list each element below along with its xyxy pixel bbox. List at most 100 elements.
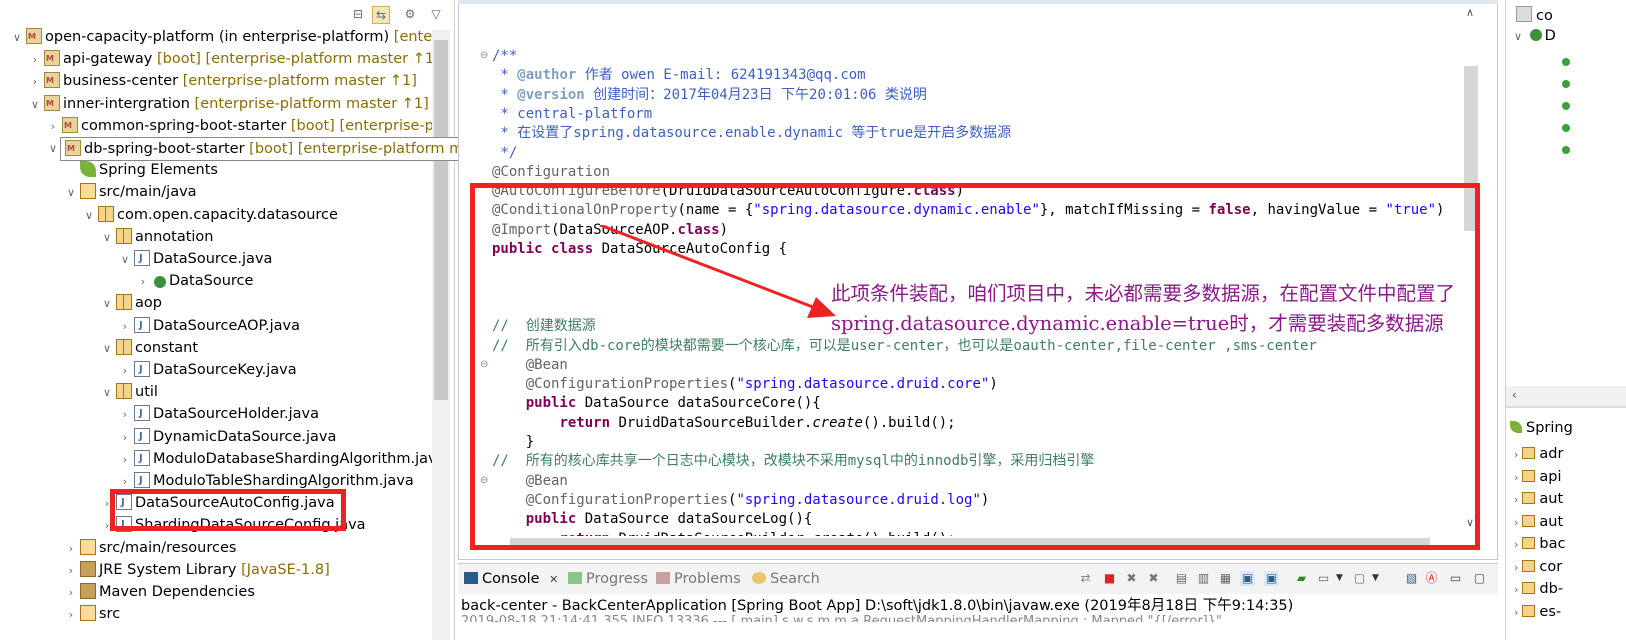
tree-item-maven-deps[interactable]: › Maven Dependencies xyxy=(64,581,255,603)
chevron-right-icon[interactable]: › xyxy=(1514,516,1518,529)
chevron-right-icon[interactable]: › xyxy=(118,360,132,382)
tree-item-pkg-datasource[interactable]: ∨ com.open.capacity.datasource xyxy=(82,204,338,226)
chevron-right-icon[interactable]: › xyxy=(64,538,78,560)
code-line[interactable]: * 在设置了spring.datasource.enable.dynamic 等… xyxy=(492,124,1011,143)
scroll-lock-icon[interactable]: ▥ xyxy=(1196,571,1211,586)
maximize-icon[interactable]: ▢ xyxy=(1472,571,1487,586)
chevron-down-icon[interactable]: ∨ xyxy=(64,182,78,204)
tab-console[interactable]: Console ✕ xyxy=(464,571,558,587)
chevron-right-icon[interactable]: › xyxy=(1514,583,1518,596)
display-console-icon[interactable]: ▭ xyxy=(1316,571,1331,586)
tree-item-file-datasourceaop[interactable]: › DataSourceAOP.java xyxy=(118,315,300,337)
tree-item-file-datasource[interactable]: ∨ DataSource.java xyxy=(118,248,272,270)
chevron-right-icon[interactable]: › xyxy=(64,582,78,604)
collapse-all-icon[interactable]: ⊟ xyxy=(350,6,366,22)
method-icon[interactable] xyxy=(1562,146,1570,154)
tab-search[interactable]: Search xyxy=(752,571,820,587)
code-line[interactable]: * central-platform xyxy=(492,105,652,124)
chevron-right-icon[interactable]: › xyxy=(1514,448,1518,461)
code-line[interactable]: */ xyxy=(492,144,517,163)
show-stderr-icon[interactable]: ▣ xyxy=(1264,571,1279,586)
chevron-right-icon[interactable]: › xyxy=(136,271,150,293)
display-console-menu-icon[interactable]: ▼ xyxy=(1332,571,1347,586)
chevron-down-icon[interactable]: ∨ xyxy=(118,249,132,271)
tree-item-spring-elements[interactable]: Spring Elements xyxy=(64,159,218,181)
chevron-right-icon[interactable]: › xyxy=(1514,493,1518,506)
tree-item-pkg-util[interactable]: ∨ util xyxy=(100,381,158,403)
tree-item-type-datasource[interactable]: › DataSource xyxy=(136,270,254,293)
fold-toggle-icon[interactable]: ⊖ xyxy=(480,51,490,61)
code-line[interactable]: /** xyxy=(492,47,517,66)
chevron-right-icon[interactable]: › xyxy=(118,316,132,338)
open-console-menu-icon[interactable]: ▼ xyxy=(1368,571,1383,586)
pin-console-icon[interactable]: ▰ xyxy=(1294,571,1309,586)
chevron-down-icon[interactable]: ∨ xyxy=(28,94,42,116)
chevron-down-icon[interactable]: ∨ xyxy=(46,138,60,160)
tree-item-business-center[interactable]: › business-center [enterprise-platform ma… xyxy=(28,70,417,92)
chevron-right-icon[interactable]: › xyxy=(64,604,78,626)
tree-item-pkg-annotation[interactable]: ∨ annotation xyxy=(100,226,213,248)
terminate-icon[interactable]: ■ xyxy=(1102,571,1117,586)
chevron-right-icon[interactable]: › xyxy=(1514,606,1518,619)
spring-project-item[interactable]: › es- xyxy=(1514,604,1561,620)
outline-row-1[interactable]: ∨ D xyxy=(1514,28,1556,44)
chevron-right-icon[interactable]: › xyxy=(28,71,42,93)
method-icon[interactable] xyxy=(1562,102,1570,110)
chevron-down-icon[interactable]: ∨ xyxy=(100,293,114,315)
chevron-down-icon[interactable]: ∨ xyxy=(82,205,96,227)
pin-icon[interactable]: ⇄ xyxy=(1078,571,1093,586)
spring-project-item[interactable]: › db- xyxy=(1514,581,1563,597)
chevron-right-icon[interactable]: › xyxy=(46,116,60,138)
tree-item-pkg-constant[interactable]: ∨ constant xyxy=(100,337,198,359)
focus-on-active-task-icon[interactable]: ⚙ xyxy=(402,6,418,22)
scroll-left-icon[interactable]: ‹ xyxy=(1512,388,1517,402)
outline-hscroll[interactable]: ‹ xyxy=(1506,386,1626,406)
link-with-editor-icon[interactable]: ⇆ xyxy=(372,6,390,24)
tree-item-file-modulodatabase[interactable]: › ModuloDatabaseShardingAlgorithm.java xyxy=(118,448,446,471)
chevron-down-icon[interactable]: ∨ xyxy=(100,338,114,360)
chevron-down-icon[interactable]: ∨ xyxy=(10,27,24,49)
debug-icon[interactable]: ▧ xyxy=(1404,571,1419,586)
method-icon[interactable] xyxy=(1562,58,1570,66)
tree-item-file-dynamicdatasource[interactable]: › DynamicDataSource.java xyxy=(118,426,337,449)
spring-project-item[interactable]: › api xyxy=(1514,469,1562,485)
spring-explorer-tab[interactable]: Spring xyxy=(1510,420,1573,436)
spring-project-item[interactable]: › aut xyxy=(1514,491,1563,507)
tree-item-src[interactable]: › src xyxy=(64,603,120,625)
tree-item-src-main-resources[interactable]: › src/main/resources xyxy=(64,537,236,559)
minimize-icon[interactable]: ▭ xyxy=(1448,571,1463,586)
outline-row-0[interactable]: co xyxy=(1516,6,1553,24)
tree-item-src-main-java[interactable]: ∨ src/main/java xyxy=(64,181,197,203)
tree-item-file-datasourceholder[interactable]: › DataSourceHolder.java xyxy=(118,403,319,425)
tab-problems[interactable]: Problems xyxy=(656,571,741,587)
chevron-down-icon[interactable]: ∨ xyxy=(100,227,114,249)
chevron-right-icon[interactable]: › xyxy=(64,560,78,582)
chevron-right-icon[interactable]: › xyxy=(28,49,42,71)
tree-item-jre-library[interactable]: › JRE System Library [JavaSE-1.8] xyxy=(64,559,330,581)
tree-item-file-datasourcekey[interactable]: › DataSourceKey.java xyxy=(118,359,297,381)
view-menu-icon[interactable]: ▽ xyxy=(428,6,444,22)
remove-launch-icon[interactable]: ✖ xyxy=(1124,571,1139,586)
spring-boot-icon[interactable]: Ⓐ xyxy=(1424,571,1439,586)
spring-project-item[interactable]: › cor xyxy=(1514,559,1562,575)
spring-project-item[interactable]: › bac xyxy=(1514,536,1565,552)
chevron-right-icon[interactable]: › xyxy=(118,449,132,471)
spring-project-item[interactable]: › aut xyxy=(1514,514,1563,530)
method-icon[interactable] xyxy=(1562,80,1570,88)
code-line[interactable]: * @author 作者 owen E-mail: 624191343@qq.c… xyxy=(492,66,865,85)
chevron-down-icon[interactable]: ∨ xyxy=(100,382,114,404)
clear-console-icon[interactable]: ▤ xyxy=(1174,571,1189,586)
spring-project-item[interactable]: › adr xyxy=(1514,446,1563,462)
close-icon[interactable]: ✕ xyxy=(549,573,558,586)
method-icon[interactable] xyxy=(1562,124,1570,132)
chevron-right-icon[interactable]: › xyxy=(1514,471,1518,484)
tree-item-common-spring-boot-starter[interactable]: › common-spring-boot-starter [boot] [ente… xyxy=(46,115,434,137)
tree-item-inner-intergration[interactable]: ∨ inner-intergration [enterprise-platform… xyxy=(28,93,429,115)
chevron-right-icon[interactable]: › xyxy=(118,427,132,449)
open-console-icon[interactable]: ▢ xyxy=(1352,571,1367,586)
remove-all-icon[interactable]: ✖ xyxy=(1146,571,1161,586)
chevron-right-icon[interactable]: › xyxy=(1514,538,1518,551)
explorer-scroll-thumb[interactable] xyxy=(434,40,448,400)
tree-item-pkg-aop[interactable]: ∨ aop xyxy=(100,292,162,314)
show-stdout-icon[interactable]: ▣ xyxy=(1240,571,1255,586)
